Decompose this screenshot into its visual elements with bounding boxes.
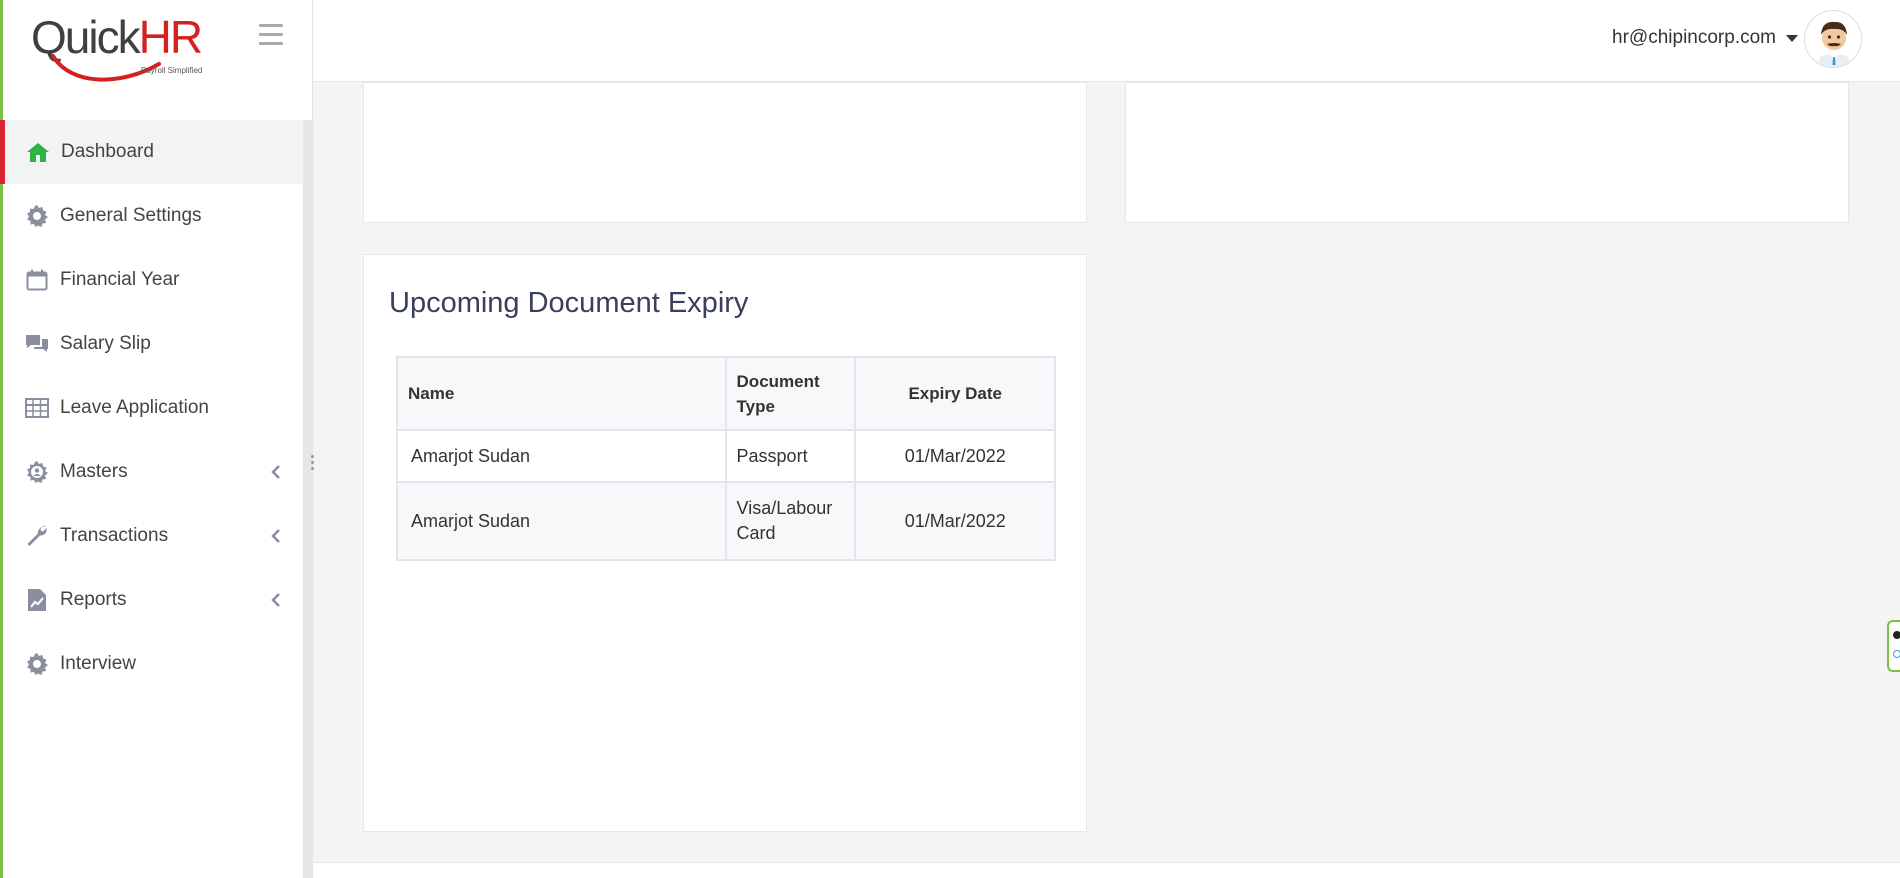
table-row: Amarjot Sudan Visa/Labour Card 01/Mar/20… bbox=[396, 481, 1056, 561]
sidebar-item-label: Transactions bbox=[60, 525, 169, 546]
sidebar-item-interview[interactable]: Interview bbox=[3, 632, 303, 696]
table-header-row: Name Document Type Expiry Date bbox=[396, 356, 1056, 431]
quickhr-logo[interactable]: QuickHR Payroll Simplified bbox=[31, 10, 203, 82]
sidebar-item-leave-application[interactable]: Leave Application bbox=[3, 376, 303, 440]
sidebar-scrollbar[interactable] bbox=[303, 120, 313, 878]
logo-tagline: Payroll Simplified bbox=[141, 66, 203, 75]
cell-expiry-date: 01/Mar/2022 bbox=[854, 429, 1056, 483]
sidebar-item-general-settings[interactable]: General Settings bbox=[3, 184, 303, 248]
report-icon bbox=[24, 588, 50, 612]
cell-document-type: Visa/Labour Card bbox=[724, 481, 857, 561]
sidebar-item-label: Reports bbox=[60, 589, 127, 610]
footer-bar bbox=[313, 862, 1900, 878]
sidebar-item-salary-slip[interactable]: Salary Slip bbox=[3, 312, 303, 376]
chevron-left-icon bbox=[271, 592, 281, 614]
cell-name: Amarjot Sudan bbox=[396, 481, 727, 561]
document-expiry-table: Name Document Type Expiry Date Amarjot S… bbox=[396, 356, 1056, 561]
logo-area: QuickHR Payroll Simplified bbox=[3, 0, 312, 120]
column-header-name[interactable]: Name bbox=[396, 356, 727, 431]
sidebar-item-label: Financial Year bbox=[60, 269, 180, 290]
sidebar-item-label: Masters bbox=[60, 461, 128, 482]
sidebar-item-label: Dashboard bbox=[61, 141, 154, 162]
chat-icon bbox=[24, 332, 50, 356]
column-header-expiry-date[interactable]: Expiry Date bbox=[854, 356, 1056, 431]
user-menu[interactable]: hr@chipincorp.com bbox=[1612, 27, 1798, 49]
sidebar: QuickHR Payroll Simplified Dashboard Gen… bbox=[0, 0, 315, 878]
home-icon bbox=[25, 140, 51, 164]
sidebar-item-masters[interactable]: Masters bbox=[3, 440, 303, 504]
sidebar-item-label: General Settings bbox=[60, 205, 202, 226]
cell-name: Amarjot Sudan bbox=[396, 429, 727, 483]
calendar-icon bbox=[24, 268, 50, 292]
caret-down-icon bbox=[1786, 34, 1798, 42]
gear-icon bbox=[24, 652, 50, 676]
sidebar-item-dashboard[interactable]: Dashboard bbox=[0, 120, 303, 184]
wrench-icon bbox=[24, 524, 50, 548]
floating-side-tab[interactable] bbox=[1887, 620, 1900, 672]
chevron-left-icon bbox=[271, 528, 281, 550]
menu-toggle-icon[interactable] bbox=[259, 24, 283, 46]
dashboard-panel-left bbox=[363, 82, 1087, 223]
column-header-document-type[interactable]: Document Type bbox=[724, 356, 857, 431]
sidebar-item-transactions[interactable]: Transactions bbox=[3, 504, 303, 568]
sidebar-item-label: Interview bbox=[60, 653, 137, 674]
sidebar-nav: Dashboard General Settings Financial Yea… bbox=[0, 120, 303, 696]
sidebar-item-label: Salary Slip bbox=[60, 333, 151, 354]
cell-expiry-date: 01/Mar/2022 bbox=[854, 481, 1056, 561]
avatar[interactable] bbox=[1804, 10, 1862, 68]
sidebar-item-label: Leave Application bbox=[60, 397, 209, 418]
dashboard-panel-right bbox=[1125, 82, 1849, 223]
table-icon bbox=[24, 396, 50, 420]
top-header: hr@chipincorp.com bbox=[313, 0, 1900, 82]
sidebar-item-financial-year[interactable]: Financial Year bbox=[3, 248, 303, 312]
table-row: Amarjot Sudan Passport 01/Mar/2022 bbox=[396, 429, 1056, 483]
user-gear-icon bbox=[24, 460, 50, 484]
document-expiry-panel: Upcoming Document Expiry Name Document T… bbox=[363, 254, 1087, 832]
resize-grip-icon[interactable] bbox=[311, 455, 315, 473]
cell-document-type: Passport bbox=[724, 429, 857, 483]
sidebar-item-reports[interactable]: Reports bbox=[3, 568, 303, 632]
user-email: hr@chipincorp.com bbox=[1612, 27, 1776, 48]
panel-title: Upcoming Document Expiry bbox=[389, 287, 749, 319]
chevron-left-icon bbox=[271, 464, 281, 486]
gear-icon bbox=[24, 204, 50, 228]
